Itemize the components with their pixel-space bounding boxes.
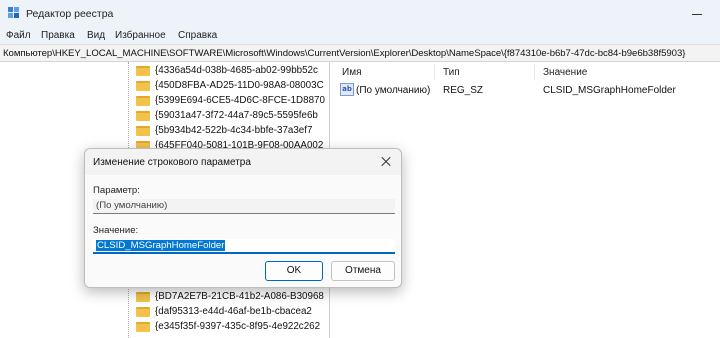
tree-item-label: {4336a54d-038b-4685-ab02-99bb52c: [155, 65, 318, 76]
window-title: Редактор реестра: [26, 8, 114, 20]
value-data-input[interactable]: CLSID_MSGraphHomeFolder: [93, 239, 395, 254]
value-data-label: Значение:: [93, 225, 139, 236]
window-titlebar: Редактор реестра: [0, 0, 720, 28]
value-data: CLSID_MSGraphHomeFolder: [543, 85, 676, 96]
registry-editor-icon: [8, 7, 19, 18]
string-value-icon: ab: [340, 83, 354, 96]
menu-favorites[interactable]: Избранное: [115, 30, 166, 41]
folder-icon: [136, 307, 150, 317]
address-path[interactable]: Компьютер\HKEY_LOCAL_MACHINE\SOFTWARE\Mi…: [3, 48, 685, 59]
value-data-selection: CLSID_MSGraphHomeFolder: [96, 240, 226, 251]
tree-item-label: {BD7A2E7B-21CB-41b2-A086-B30968: [155, 291, 324, 302]
folder-icon: [136, 322, 150, 332]
address-bar[interactable]: Компьютер\HKEY_LOCAL_MACHINE\SOFTWARE\Mi…: [0, 44, 720, 62]
value-row[interactable]: ab (По умолчанию) REG_SZ CLSID_MSGraphHo…: [334, 82, 720, 98]
column-header-data[interactable]: Значение: [543, 67, 587, 78]
tree-item-label: {59031a47-3f72-44a7-89c5-5595fe6b: [155, 110, 318, 121]
menu-bar: Файл Правка Вид Избранное Справка: [0, 28, 720, 44]
tree-item-label: {5399E694-6CE5-4D6C-8FCE-1D8870: [155, 95, 325, 106]
folder-icon: [136, 111, 150, 121]
folder-icon: [136, 66, 150, 76]
folder-icon: [136, 81, 150, 91]
folder-icon: [136, 292, 150, 302]
tree-item-label: {daf95313-e44d-46af-be1b-cbacea2: [155, 306, 312, 317]
menu-view[interactable]: Вид: [87, 30, 105, 41]
tree-item-label: {e345f35f-9397-435c-8f95-4e922c262: [155, 321, 321, 332]
value-type: REG_SZ: [443, 85, 484, 96]
tree-item-label: {450D8FBA-AD25-11D0-98A8-08003C: [155, 80, 324, 91]
column-header-type[interactable]: Тип: [443, 67, 460, 78]
column-separator[interactable]: [434, 64, 435, 80]
close-icon[interactable]: [377, 153, 395, 171]
dialog-title: Изменение строкового параметра: [93, 157, 251, 168]
dialog-titlebar[interactable]: Изменение строкового параметра: [85, 149, 401, 175]
menu-help[interactable]: Справка: [178, 30, 217, 41]
menu-file[interactable]: Файл: [6, 30, 31, 41]
ok-button[interactable]: OK: [265, 261, 323, 281]
menu-edit[interactable]: Правка: [41, 30, 75, 41]
tree-item-label: {5b934b42-522b-4c34-bbfe-37a3ef7: [155, 125, 313, 136]
param-name-field: (По умолчанию): [93, 199, 395, 214]
minimize-button[interactable]: [686, 6, 708, 22]
folder-icon: [136, 96, 150, 106]
value-name: (По умолчанию): [356, 85, 431, 96]
edit-string-dialog: Изменение строкового параметра Параметр:…: [84, 148, 402, 288]
param-name-label: Параметр:: [93, 185, 140, 196]
column-header-name[interactable]: Имя: [342, 67, 361, 78]
column-separator[interactable]: [534, 64, 535, 80]
folder-icon: [136, 126, 150, 136]
cancel-button[interactable]: Отмена: [331, 261, 395, 281]
